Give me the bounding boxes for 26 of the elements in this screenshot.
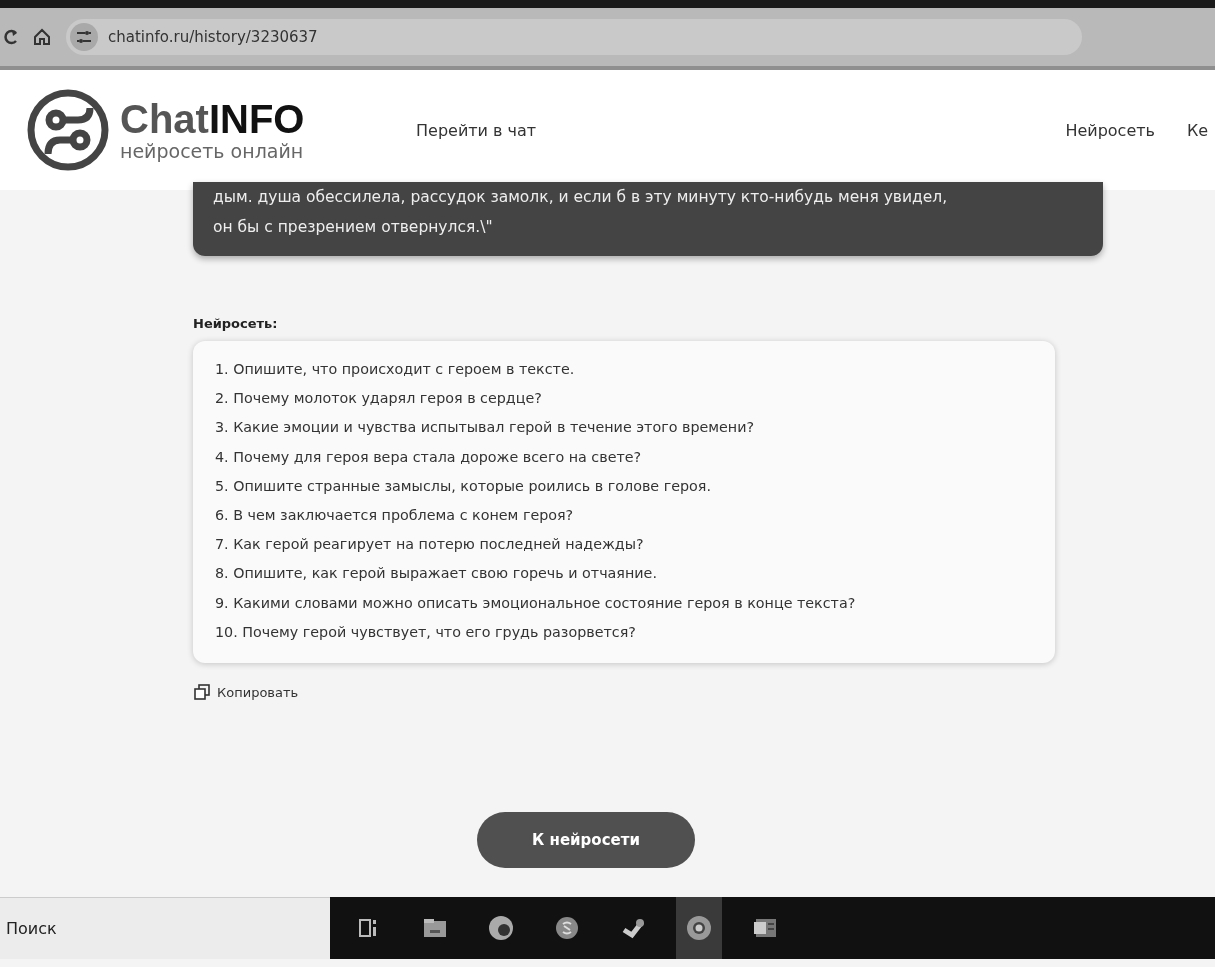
nav-link[interactable]: Нейросеть xyxy=(1065,120,1155,140)
answer-item: 9. Какими словами можно описать эмоциональное состояние героя в конце текста? xyxy=(215,593,857,613)
answer-item: 8. Опишите, как герой выражает свою горечь и отчаяние. xyxy=(215,564,658,584)
to-chat-button[interactable]: К нейросети xyxy=(477,812,695,868)
answer-item: 5. Опишите странные замыслы, которые роились в голове героя. xyxy=(215,476,712,496)
logo-icon[interactable] xyxy=(26,88,110,172)
nav-link[interactable]: Перейти в чат xyxy=(416,120,537,140)
nav-link[interactable]: Ке xyxy=(1187,120,1215,140)
site-settings-icon[interactable] xyxy=(70,23,98,51)
home-icon[interactable] xyxy=(32,27,52,47)
logo-title: ChatINFO xyxy=(120,98,305,140)
logo-subtitle: нейросеть онлайн xyxy=(120,140,305,162)
copy-button[interactable]: Копировать xyxy=(193,683,299,702)
answer-label: Нейросеть: xyxy=(193,316,279,331)
address-bar[interactable]: chatinfo.ru/history/3230637 xyxy=(66,19,1082,55)
taskbar-search[interactable]: Поиск xyxy=(0,897,330,959)
answer-item: 1. Опишите, что происходит с героем в тексте. xyxy=(215,360,576,379)
reload-icon[interactable] xyxy=(4,28,18,46)
answer-item: 4. Почему для героя вера стала дороже всего на свете? xyxy=(215,447,643,467)
answer-item: 3. Какие эмоции и чувства испытывал герой в течение этого времени? xyxy=(215,418,756,438)
answer-item: 7. Как герой реагирует на потерю последней надежды? xyxy=(215,535,645,555)
answer-item: 6. В чем заключается проблема с конем героя? xyxy=(215,506,575,525)
user-message: дым. душа обессилела, рассудок замолк, и если б в эту минуту кто-нибудь меня увидел, он бы с презрением отвернулся.\" xyxy=(193,182,1103,256)
answer-item: 10. Почему герой чувствует, что его грудь разорвется? xyxy=(215,622,637,642)
answer-item: 2. Почему молоток ударял героя в сердце? xyxy=(215,389,543,409)
copy-icon xyxy=(193,683,211,702)
